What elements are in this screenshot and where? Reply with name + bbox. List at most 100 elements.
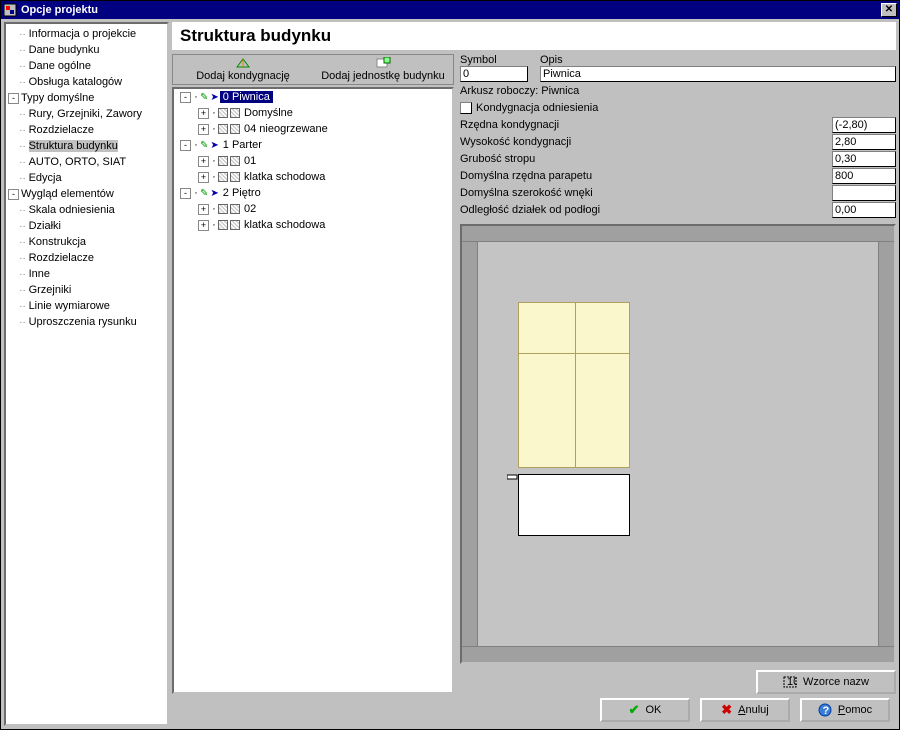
field-label: Rzędna kondygnacji <box>460 119 832 131</box>
add-storey-button[interactable]: Dodaj kondygnację <box>173 55 313 84</box>
pencil-icon: ✎ <box>200 140 208 151</box>
nav-item[interactable]: ·· Skala odniesienia <box>8 202 167 218</box>
symbol-label: Symbol <box>460 54 530 66</box>
arrow-icon: ➤ <box>210 92 218 103</box>
nav-item-label: Rozdzielacze <box>29 252 94 264</box>
unit-node[interactable]: +· klatka schodowa <box>174 169 452 185</box>
field-input[interactable] <box>832 151 896 167</box>
nav-item[interactable]: ·· Konstrukcja <box>8 234 167 250</box>
expander-icon[interactable]: - <box>8 189 19 200</box>
nav-item[interactable]: ·· Linie wymiarowe <box>8 298 167 314</box>
add-unit-button[interactable]: Dodaj jednostkę budynku <box>313 55 453 84</box>
opis-input[interactable] <box>540 66 896 82</box>
app-icon <box>3 3 17 17</box>
expander-icon[interactable]: + <box>198 220 209 231</box>
expander-icon[interactable]: - <box>180 140 191 151</box>
ref-storey-checkbox[interactable]: Kondygnacja odniesienia <box>460 99 896 116</box>
expander-icon[interactable]: + <box>198 108 209 119</box>
expander-icon[interactable]: - <box>180 188 191 199</box>
field-input[interactable] <box>832 185 896 201</box>
expander-icon[interactable]: + <box>198 172 209 183</box>
help-button[interactable]: ? Pomoc <box>800 698 890 722</box>
unit-node[interactable]: +·04 nieogrzewane <box>174 121 452 137</box>
storey-node[interactable]: -·✎➤2 Piętro <box>174 185 452 201</box>
tree-leader: ·· <box>8 317 29 328</box>
symbol-input[interactable] <box>460 66 528 82</box>
field-input[interactable] <box>832 202 896 218</box>
nav-item[interactable]: ·· Grzejniki <box>8 282 167 298</box>
plan-preview[interactable] <box>460 224 896 664</box>
expander-icon[interactable]: - <box>180 92 191 103</box>
form-row: Odległość działek od podłogi <box>460 201 896 218</box>
ok-button[interactable]: ✔ OK <box>600 698 690 722</box>
bullet-icon: · <box>211 155 217 167</box>
add-unit-label: Dodaj jednostkę budynku <box>313 70 453 82</box>
tree-node-label: 01 <box>241 155 259 167</box>
building-tree[interactable]: -·✎➤0 Piwnica+·Domyślne+·04 nieogrzewane… <box>172 87 454 694</box>
nav-item[interactable]: ·· Rozdzielacze <box>8 250 167 266</box>
tree-leader: ·· <box>8 269 29 280</box>
opis-label: Opis <box>540 54 896 66</box>
pencil-icon: ✎ <box>200 92 208 103</box>
nav-item[interactable]: ·· Rozdzielacze <box>8 122 167 138</box>
unit-node[interactable]: +·02 <box>174 201 452 217</box>
category-tree[interactable]: ·· Informacja o projekcie ·· Dane budynk… <box>4 22 169 726</box>
nav-item[interactable]: ·· Działki <box>8 218 167 234</box>
nav-item[interactable]: ·· Dane budynku <box>8 42 167 58</box>
tree-node-label: klatka schodowa <box>241 171 328 183</box>
sheet-icon <box>218 204 228 214</box>
nav-item[interactable]: ·· Dane ogólne <box>8 58 167 74</box>
expander-icon[interactable]: + <box>198 156 209 167</box>
expander-icon[interactable]: + <box>198 204 209 215</box>
tree-leader: ·· <box>8 29 29 40</box>
form-row: Domyślna rzędna parapetu <box>460 167 896 184</box>
nav-item[interactable]: ·· Informacja o projekcie <box>8 26 167 42</box>
close-button[interactable]: ✕ <box>881 3 897 17</box>
expander-icon[interactable]: - <box>8 93 19 104</box>
unit-node[interactable]: +·Domyślne <box>174 105 452 121</box>
unit-node[interactable]: +·klatka schodowa <box>174 217 452 233</box>
sheet-icon <box>230 204 240 214</box>
ruler-top <box>462 226 894 242</box>
storey-node[interactable]: -·✎➤0 Piwnica <box>174 89 452 105</box>
nav-item[interactable]: ·· Edycja <box>8 170 167 186</box>
cancel-button[interactable]: ✖ Anuluj <box>700 698 790 722</box>
nav-item-label: Dane ogólne <box>29 60 91 72</box>
sheet-icon <box>218 124 228 134</box>
field-input[interactable] <box>832 117 896 133</box>
tree-node-label: 1 Parter <box>220 139 265 151</box>
nav-item[interactable]: ·· Uproszczenia rysunku <box>8 314 167 330</box>
x-icon: ✖ <box>721 702 732 718</box>
title-bar[interactable]: Opcje projektu ✕ <box>1 1 899 19</box>
tree-node-label: 04 nieogrzewane <box>241 123 331 135</box>
name-patterns-label: Wzorce nazw <box>803 676 869 688</box>
tree-leader: ·· <box>8 61 29 72</box>
expander-icon[interactable]: + <box>198 124 209 135</box>
preview-canvas <box>478 242 878 646</box>
sheet-icon <box>218 172 228 182</box>
storey-node[interactable]: -·✎➤1 Parter <box>174 137 452 153</box>
nav-item[interactable]: ·· AUTO, ORTO, SIAT <box>8 154 167 170</box>
sheet-icon <box>230 172 240 182</box>
unit-node[interactable]: +· 01 <box>174 153 452 169</box>
nav-item[interactable]: -Typy domyślne <box>8 90 167 106</box>
ref-storey-label: Kondygnacja odniesienia <box>476 102 598 114</box>
form-row: Wysokość kondygnacji <box>460 133 896 150</box>
tree-node-label: 02 <box>241 203 259 215</box>
ok-label: OK <box>646 704 662 716</box>
nav-item[interactable]: ·· Struktura budynku <box>8 138 167 154</box>
nav-item-label: Inne <box>29 268 50 280</box>
name-patterns-button[interactable]: 10 Wzorce nazw <box>756 670 896 694</box>
nav-item-label: AUTO, ORTO, SIAT <box>29 156 127 168</box>
nav-item-label: Działki <box>29 220 61 232</box>
nav-item[interactable]: ·· Obsługa katalogów <box>8 74 167 90</box>
nav-item[interactable]: ·· Rury, Grzejniki, Zawory <box>8 106 167 122</box>
field-input[interactable] <box>832 168 896 184</box>
nav-item[interactable]: ·· Inne <box>8 266 167 282</box>
tree-leader: ·· <box>8 141 29 152</box>
nav-item[interactable]: -Wygląd elementów <box>8 186 167 202</box>
tree-node-label: Domyślne <box>241 107 296 119</box>
field-input[interactable] <box>832 134 896 150</box>
add-storey-label: Dodaj kondygnację <box>173 70 313 82</box>
bullet-icon: · <box>211 171 217 183</box>
